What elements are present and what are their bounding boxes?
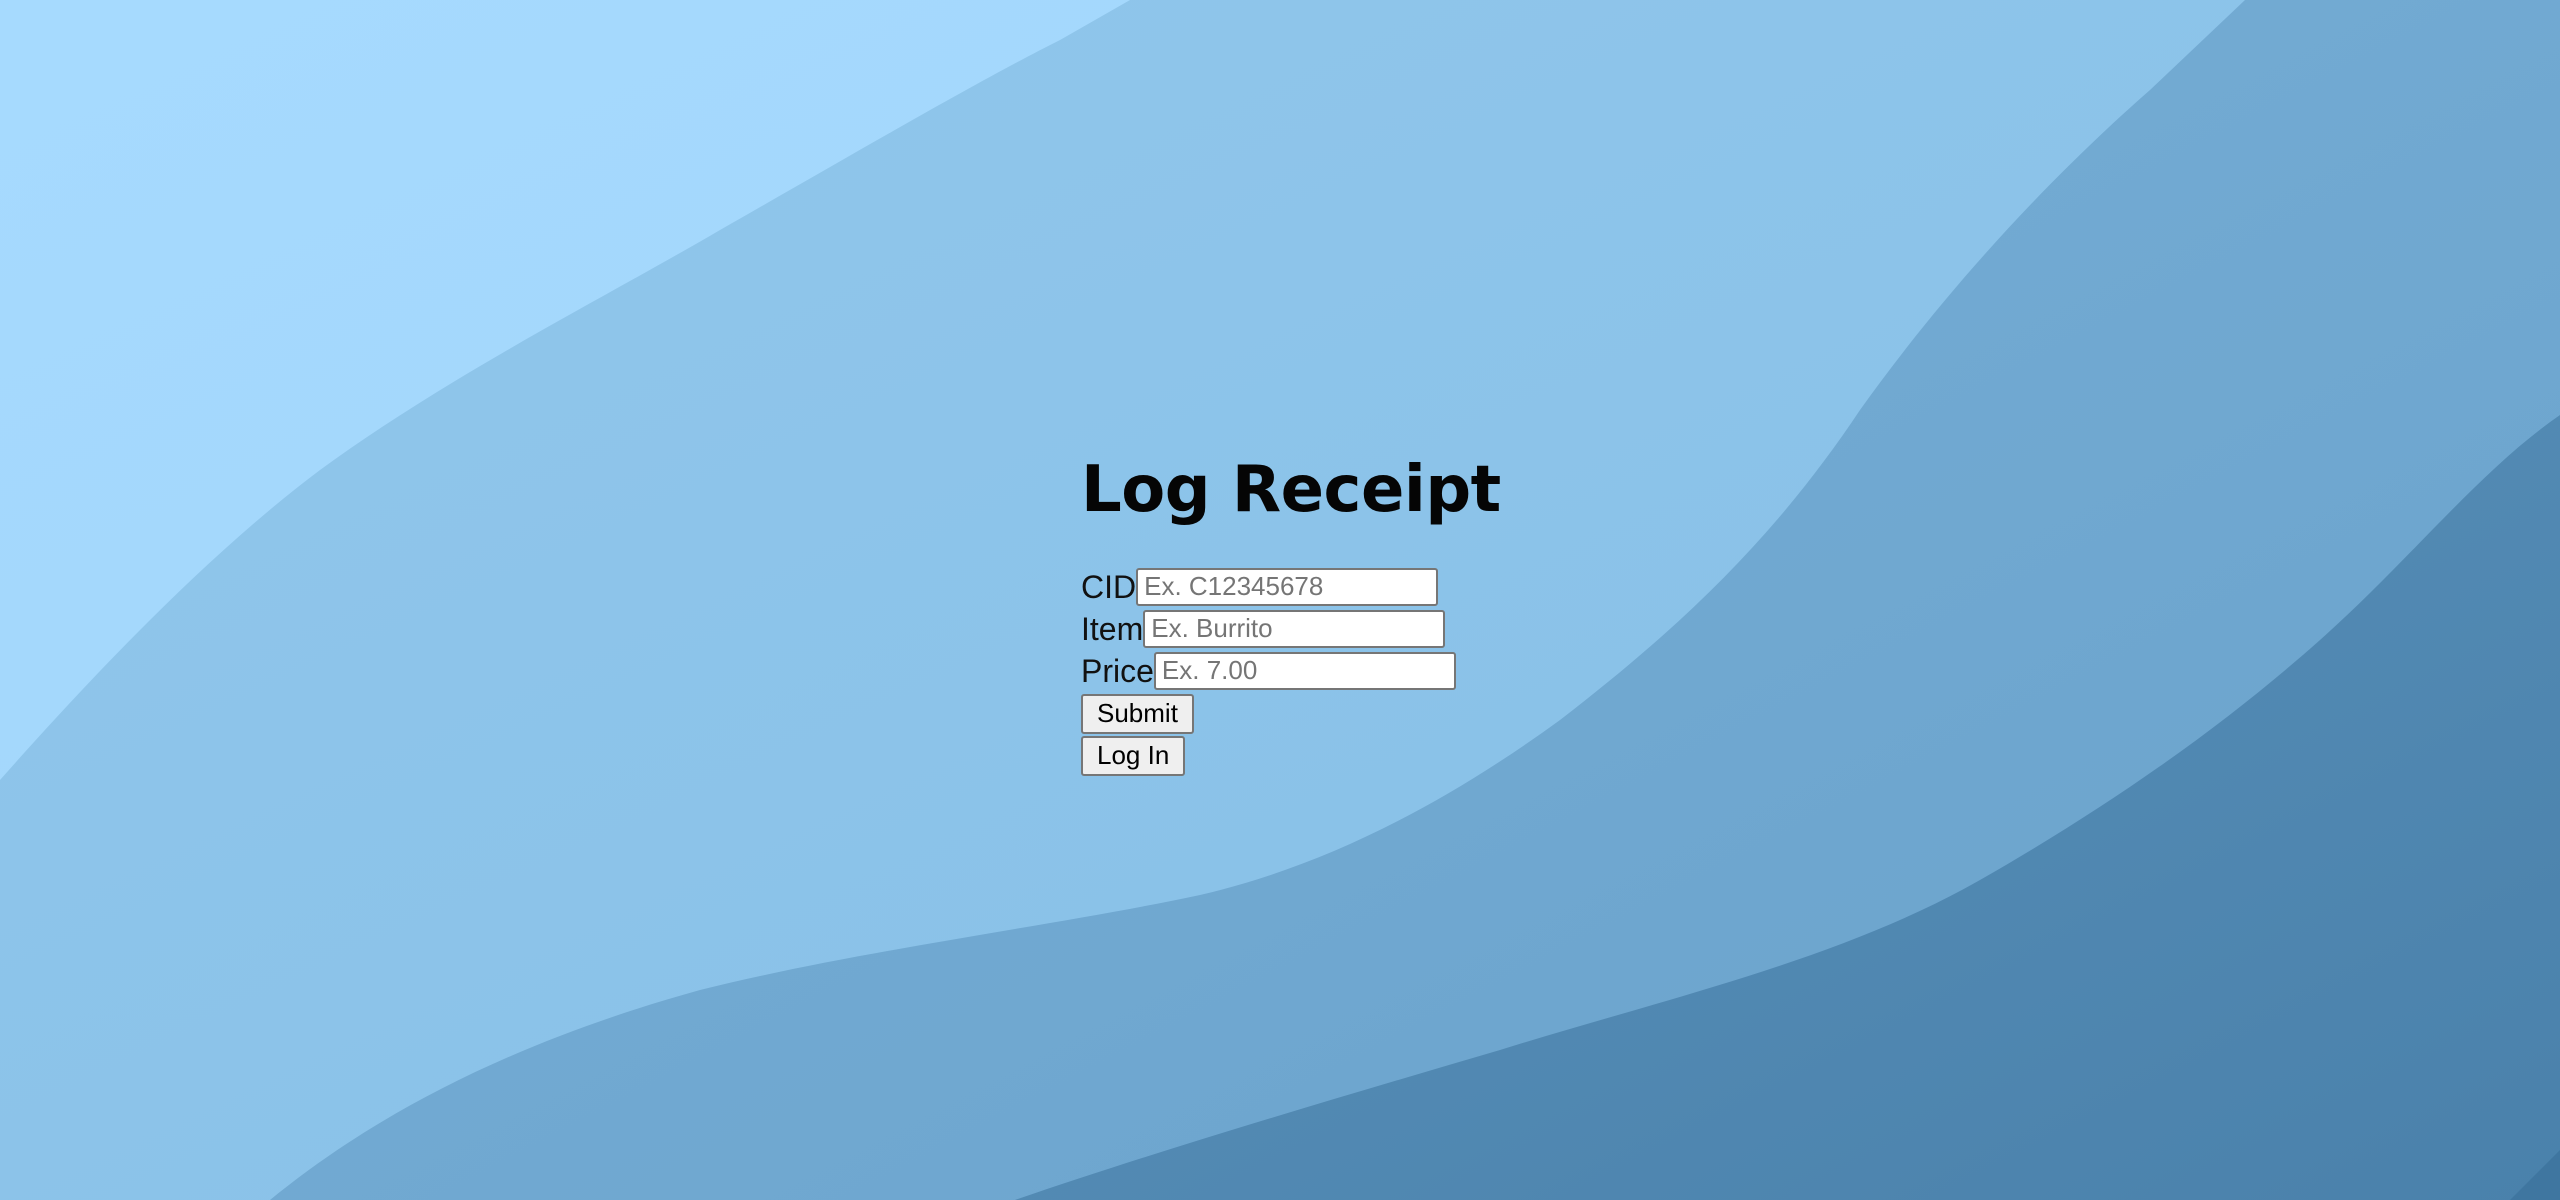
cid-input[interactable] [1136, 567, 1439, 606]
page-title: Log Receipt [1081, 453, 1501, 527]
submit-button[interactable]: Submit [1081, 693, 1194, 734]
item-row: Item [1081, 608, 1501, 650]
price-input[interactable] [1153, 651, 1456, 690]
cid-row: CID [1081, 566, 1501, 608]
log-in-button[interactable]: Log In [1081, 735, 1186, 776]
item-label: Item [1081, 610, 1144, 647]
price-label: Price [1081, 652, 1154, 689]
cid-label: CID [1081, 568, 1137, 605]
item-input[interactable] [1143, 609, 1446, 648]
price-row: Price [1081, 650, 1501, 692]
log-receipt-form: Log Receipt CID Item Price Submit Log In [1081, 453, 1501, 776]
